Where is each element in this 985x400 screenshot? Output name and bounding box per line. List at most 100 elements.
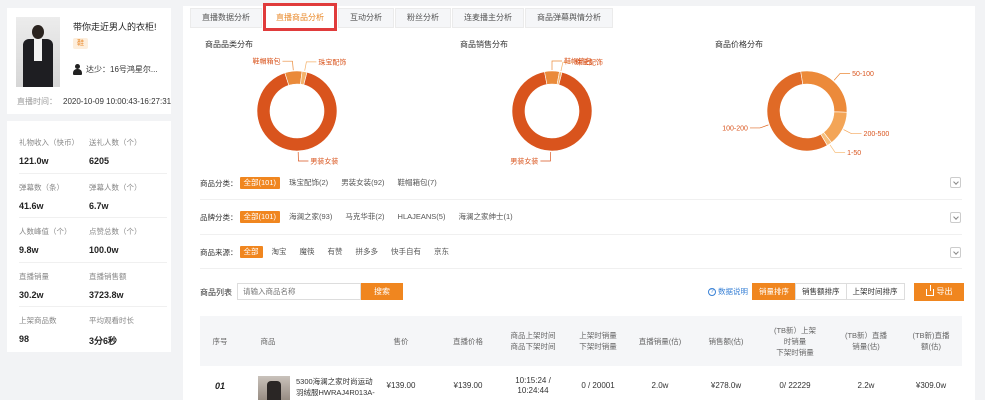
column-header[interactable]: 商品上架时间 商品下架时间 xyxy=(500,316,566,366)
filter-option[interactable]: 拼多多 xyxy=(352,246,383,258)
sort-by-revenue-button[interactable]: 销售额排序 xyxy=(795,283,847,300)
data-note-link[interactable]: ? 数据说明 xyxy=(708,286,748,297)
expand-category-button[interactable] xyxy=(950,177,961,188)
divider xyxy=(200,268,962,269)
search-input[interactable] xyxy=(237,283,361,300)
tab-co-host[interactable]: 连麦播主分析 xyxy=(452,8,524,28)
price-chart: 商品价格分布 100-200 50-100 200-500 1-50 xyxy=(715,39,965,169)
expand-source-button[interactable] xyxy=(950,247,961,258)
filter-option[interactable]: 魔筷 xyxy=(296,246,319,258)
tb-shelf-sales: 0/ 22229 xyxy=(779,381,811,390)
slice-label: 100-200 xyxy=(722,125,748,132)
filter-option[interactable]: 海澜之家(93) xyxy=(285,211,336,223)
column-header: 序号 xyxy=(212,336,228,346)
live-sales: 2.0w xyxy=(651,381,669,390)
filter-option[interactable]: 男装女装(92) xyxy=(337,177,388,189)
slice-label: 50-100 xyxy=(852,71,874,78)
table-row[interactable]: 01 5300海澜之家时尚运动羽绒服HWRAJ4R013A-X ¥139.00 … xyxy=(200,366,962,400)
leader-line xyxy=(843,129,862,135)
tab-danmu-sentiment[interactable]: 商品弹幕舆情分析 xyxy=(525,8,613,28)
slice-1[interactable] xyxy=(800,70,848,113)
product-name[interactable]: 5300海澜之家时尚运动羽绒服HWRAJ4R013A-X xyxy=(296,376,376,400)
stat-danmu-users: 弹幕人数（个） 6.7w xyxy=(89,182,142,211)
column-header[interactable]: 售价 xyxy=(376,316,426,366)
filter-option[interactable]: 有赞 xyxy=(324,246,347,258)
column-header[interactable]: 销售额(估) xyxy=(696,316,756,366)
avatar[interactable] xyxy=(16,17,60,87)
stat-likes: 点赞总数（个） 100.0w xyxy=(89,227,142,256)
leader-line xyxy=(297,151,309,162)
stat-peak-viewers: 人数峰值（个） 9.8w xyxy=(19,227,72,256)
column-header[interactable]: (TB新）直播 销量(估) xyxy=(836,316,896,366)
filter-option[interactable]: 京东 xyxy=(430,246,453,258)
product-thumbnail[interactable] xyxy=(258,376,290,400)
stat-danmu-count: 弹幕数（条） 41.6w xyxy=(19,182,64,211)
shop-name: 达少：16号鸿星尔... xyxy=(86,65,158,74)
column-header[interactable]: 上架时销量 下架时销量 xyxy=(568,316,628,366)
stat-avg-watch: 平均观看时长 3分6秒 xyxy=(89,316,134,347)
stat-live-sales: 直播销量 30.2w xyxy=(19,271,49,300)
sort-by-time-button[interactable]: 上架时间排序 xyxy=(845,283,905,300)
filter-option[interactable]: 淘宝 xyxy=(268,246,291,258)
slice-label: 珠宝配饰 xyxy=(318,57,346,66)
tb-revenue: ¥309.0w xyxy=(915,381,947,390)
leader-line xyxy=(282,60,294,71)
leader-line xyxy=(551,60,562,70)
filter-option[interactable]: 全部(101) xyxy=(239,177,281,189)
tab-interaction[interactable]: 互动分析 xyxy=(338,8,394,28)
tab-fans[interactable]: 粉丝分析 xyxy=(395,8,451,28)
product-list-toolbar: 商品列表 搜索 ? 数据说明 销量排序 销售额排序 上架时间排序 导出 xyxy=(200,283,970,301)
donut-chart: 100-200 50-100 200-500 1-50 xyxy=(722,70,890,157)
divider xyxy=(200,234,962,235)
export-button[interactable]: 导出 xyxy=(914,283,964,301)
filter-label: 品牌分类： xyxy=(200,212,238,222)
column-header[interactable]: 直播销量(估) xyxy=(630,316,690,366)
donut-chart: 男装女装 鞋帽箱包 珠宝配饰 xyxy=(252,57,346,166)
filter-option[interactable]: 全部(101) xyxy=(239,211,281,223)
shelf-time: 10:15:24 / 10:24:44 xyxy=(515,376,551,395)
stat-gift-income: 礼物收入（快币） 121.0w xyxy=(19,138,79,166)
column-header[interactable]: (TB新）上架 时销量 下架时销量 xyxy=(760,316,830,366)
filter-option[interactable]: 鞋帽箱包(7) xyxy=(394,177,441,189)
filter-option[interactable]: 全部 xyxy=(239,246,263,258)
column-header: 商品 xyxy=(260,336,276,346)
filter-option[interactable]: 海澜之家绅士(1) xyxy=(454,211,516,223)
rank: 01 xyxy=(214,381,225,391)
revenue: ¥278.0w xyxy=(710,381,742,390)
user-icon xyxy=(73,64,82,75)
sort-group: 销量排序 销售额排序 上架时间排序 xyxy=(752,283,905,300)
shelf-sales: 0 / 20001 xyxy=(581,381,615,390)
data-note-label: 数据说明 xyxy=(718,287,748,296)
anchor-panel: 带你走近男人的衣柜! 鞋 达少：16号鸿星尔... 直播时间： 2020-10-0… xyxy=(7,8,171,352)
filter-label: 商品来源： xyxy=(200,247,238,257)
question-icon: ? xyxy=(708,287,716,296)
export-icon xyxy=(925,284,934,296)
tab-live-data[interactable]: 直播数据分析 xyxy=(190,8,262,28)
slice-label: 男装女装 xyxy=(310,156,338,165)
column-header[interactable]: 直播价格 xyxy=(438,316,498,366)
slice-label: 1-50 xyxy=(847,150,861,157)
slice-label: 200-500 xyxy=(864,131,890,138)
tb-live-sales: 2.2w xyxy=(857,381,875,390)
filter-option[interactable]: HLAJEANS(5) xyxy=(394,211,450,223)
expand-brand-button[interactable] xyxy=(950,212,961,223)
column-header[interactable]: (TB新)直播 额(估) xyxy=(900,316,962,366)
search-button[interactable]: 搜索 xyxy=(361,283,403,300)
shop-info[interactable]: 达少：16号鸿星尔... xyxy=(73,64,158,75)
tab-bar: 直播数据分析 直播商品分析 互动分析 粉丝分析 连麦播主分析 商品弹幕舆情分析 xyxy=(190,3,614,31)
sort-by-sales-button[interactable]: 销量排序 xyxy=(752,283,796,300)
filter-category: 商品分类： 全部(101) 珠宝配饰(2) 男装女装(92) 鞋帽箱包(7) xyxy=(200,176,446,190)
divider xyxy=(200,199,962,200)
filter-option[interactable]: 马克华菲(2) xyxy=(341,211,388,223)
export-label: 导出 xyxy=(936,287,953,296)
live-time-value: 2020-10-09 10:00:43-16:27:31 xyxy=(63,97,172,106)
donut-chart: 男装女装鞋帽箱包珠宝配饰 xyxy=(510,57,603,166)
product-list-label: 商品列表 xyxy=(200,288,232,297)
filter-option[interactable]: 快手自有 xyxy=(387,246,425,258)
filter-option[interactable]: 珠宝配饰(2) xyxy=(285,177,332,189)
slice-label: 珠宝配饰 xyxy=(575,58,603,67)
leader-line xyxy=(833,73,851,81)
tab-product-analysis[interactable]: 直播商品分析 xyxy=(263,3,337,31)
slice-label: 鞋帽箱包 xyxy=(252,57,280,66)
leader-line xyxy=(749,124,769,129)
